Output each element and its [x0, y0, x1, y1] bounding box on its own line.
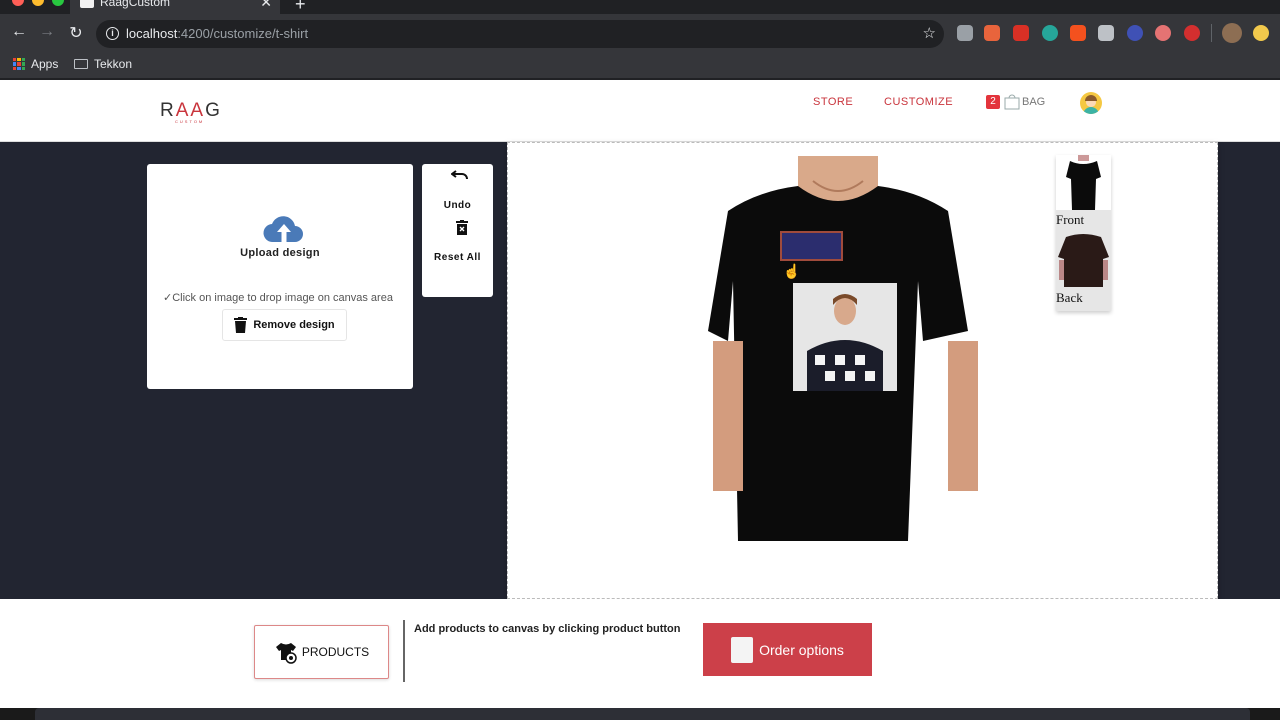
back-view-thumbnail[interactable]: [1056, 232, 1111, 287]
delete-all-icon[interactable]: [456, 220, 468, 235]
forward-icon[interactable]: →: [37, 23, 57, 41]
nav-store[interactable]: STORE: [813, 96, 853, 108]
remove-design-button[interactable]: Remove design: [222, 309, 347, 341]
shopping-bag-icon[interactable]: [1003, 92, 1021, 110]
back-icon[interactable]: ←: [9, 23, 29, 41]
url-host: localhost: [126, 26, 178, 41]
browser-tab[interactable]: RaagCustom ✕: [70, 0, 280, 14]
minimize-window-button[interactable]: [32, 0, 44, 6]
macos-dock: [0, 708, 1280, 720]
bookmark-star-icon[interactable]: ☆: [923, 20, 936, 48]
front-view-label[interactable]: Front: [1056, 212, 1084, 228]
logo-text: R: [160, 100, 176, 121]
bookmark-label: Tekkon: [94, 57, 133, 71]
tshirt-add-icon: [275, 643, 297, 664]
products-button[interactable]: PRODUCTS: [254, 625, 389, 679]
new-tab-button[interactable]: +: [295, 0, 306, 15]
info-icon[interactable]: i: [106, 27, 119, 40]
folder-icon: [74, 59, 88, 69]
design-element-photo[interactable]: [793, 283, 897, 391]
cloud-upload-icon[interactable]: [263, 214, 305, 244]
logo-tagline: CUSTOM: [175, 119, 205, 124]
apps-grid-icon: [13, 58, 25, 70]
m-ext-icon[interactable]: [1042, 25, 1058, 41]
undo-button[interactable]: Undo: [422, 200, 493, 211]
close-tab-icon[interactable]: ✕: [260, 0, 272, 12]
hand-ext-icon[interactable]: [1184, 25, 1200, 41]
address-bar[interactable]: i localhost:4200/customize/t-shirt ☆: [96, 20, 944, 48]
maximize-window-button[interactable]: [52, 0, 64, 6]
add-products-hint: Add products to canvas by clicking produ…: [414, 623, 681, 635]
browser-toolbar: ← → ↻ i localhost:4200/customize/t-shirt…: [0, 14, 1280, 52]
plane-ext-icon[interactable]: [1155, 25, 1171, 41]
user-avatar[interactable]: [1080, 92, 1102, 114]
tshirt-back-thumb-icon: [1058, 234, 1109, 287]
logo-accent: AA: [175, 100, 206, 121]
remove-design-label: Remove design: [253, 319, 335, 331]
logo-text: G: [205, 100, 222, 121]
close-window-button[interactable]: [12, 0, 24, 6]
bookmark-tekkon[interactable]: Tekkon: [74, 57, 132, 71]
nav-customize[interactable]: CUSTOMIZE: [884, 96, 953, 108]
bookmark-label: Apps: [31, 57, 59, 71]
extension-badge-icon[interactable]: [984, 25, 1000, 41]
cloud-ext-icon[interactable]: [957, 25, 973, 41]
tshirt-front-thumb-icon: [1066, 155, 1101, 210]
profile-avatar[interactable]: [1222, 23, 1242, 43]
bookmark-apps[interactable]: Apps: [13, 57, 58, 71]
site-logo[interactable]: RAAG CUSTOM: [160, 100, 222, 124]
reset-all-button[interactable]: Reset All: [422, 252, 493, 263]
upload-panel: Upload design ✓Click on image to drop im…: [147, 164, 413, 389]
reload-icon[interactable]: ↻: [66, 23, 86, 43]
upload-design-button[interactable]: Upload design: [147, 247, 413, 259]
bag-count-badge: 2: [986, 95, 1000, 109]
design-canvas[interactable]: ☝ Front Back: [507, 142, 1218, 599]
products-label: PRODUCTS: [301, 645, 370, 659]
hand-cursor-icon: ☝: [783, 263, 801, 279]
back-view-label[interactable]: Back: [1056, 290, 1083, 306]
trash-icon: [234, 317, 248, 333]
tools-panel: Undo Reset All: [422, 164, 493, 297]
favicon-icon: [80, 0, 94, 8]
dock-shelf: [35, 708, 1250, 720]
url-path: :4200/customize/t-shirt: [177, 26, 309, 41]
site-header: RAAG CUSTOM STORE CUSTOMIZE 2 BAG: [0, 80, 1280, 142]
upload-hint: ✓Click on image to drop image on canvas …: [163, 292, 393, 304]
percent-ext-icon[interactable]: [1070, 25, 1086, 41]
media-ext-icon[interactable]: [1013, 25, 1029, 41]
order-options-button[interactable]: Order options: [703, 623, 872, 676]
vertical-divider: [403, 620, 405, 682]
update-icon[interactable]: [1253, 25, 1269, 41]
bag-link[interactable]: BAG: [1022, 96, 1045, 108]
browser-tab-bar: RaagCustom ✕ +: [0, 0, 1280, 14]
tab-title: RaagCustom: [100, 0, 171, 9]
front-view-thumbnail[interactable]: [1056, 155, 1111, 210]
undo-icon[interactable]: [451, 169, 469, 181]
view-selector: Front Back: [1056, 155, 1111, 311]
model-photo-image: [793, 283, 897, 391]
screen-ext-icon[interactable]: [1098, 25, 1114, 41]
phone-order-icon: [731, 636, 754, 663]
bottom-toolbar: PRODUCTS Add products to canvas by click…: [0, 599, 1280, 708]
design-element-rectangle[interactable]: [780, 231, 843, 261]
order-options-label: Order options: [759, 641, 844, 658]
bookmarks-bar: Apps Tekkon: [0, 52, 1280, 79]
circle-ext-icon[interactable]: [1127, 25, 1143, 41]
toolbar-divider: [1211, 24, 1212, 42]
page: RAAG CUSTOM STORE CUSTOMIZE 2 BAG Upload…: [0, 80, 1280, 708]
